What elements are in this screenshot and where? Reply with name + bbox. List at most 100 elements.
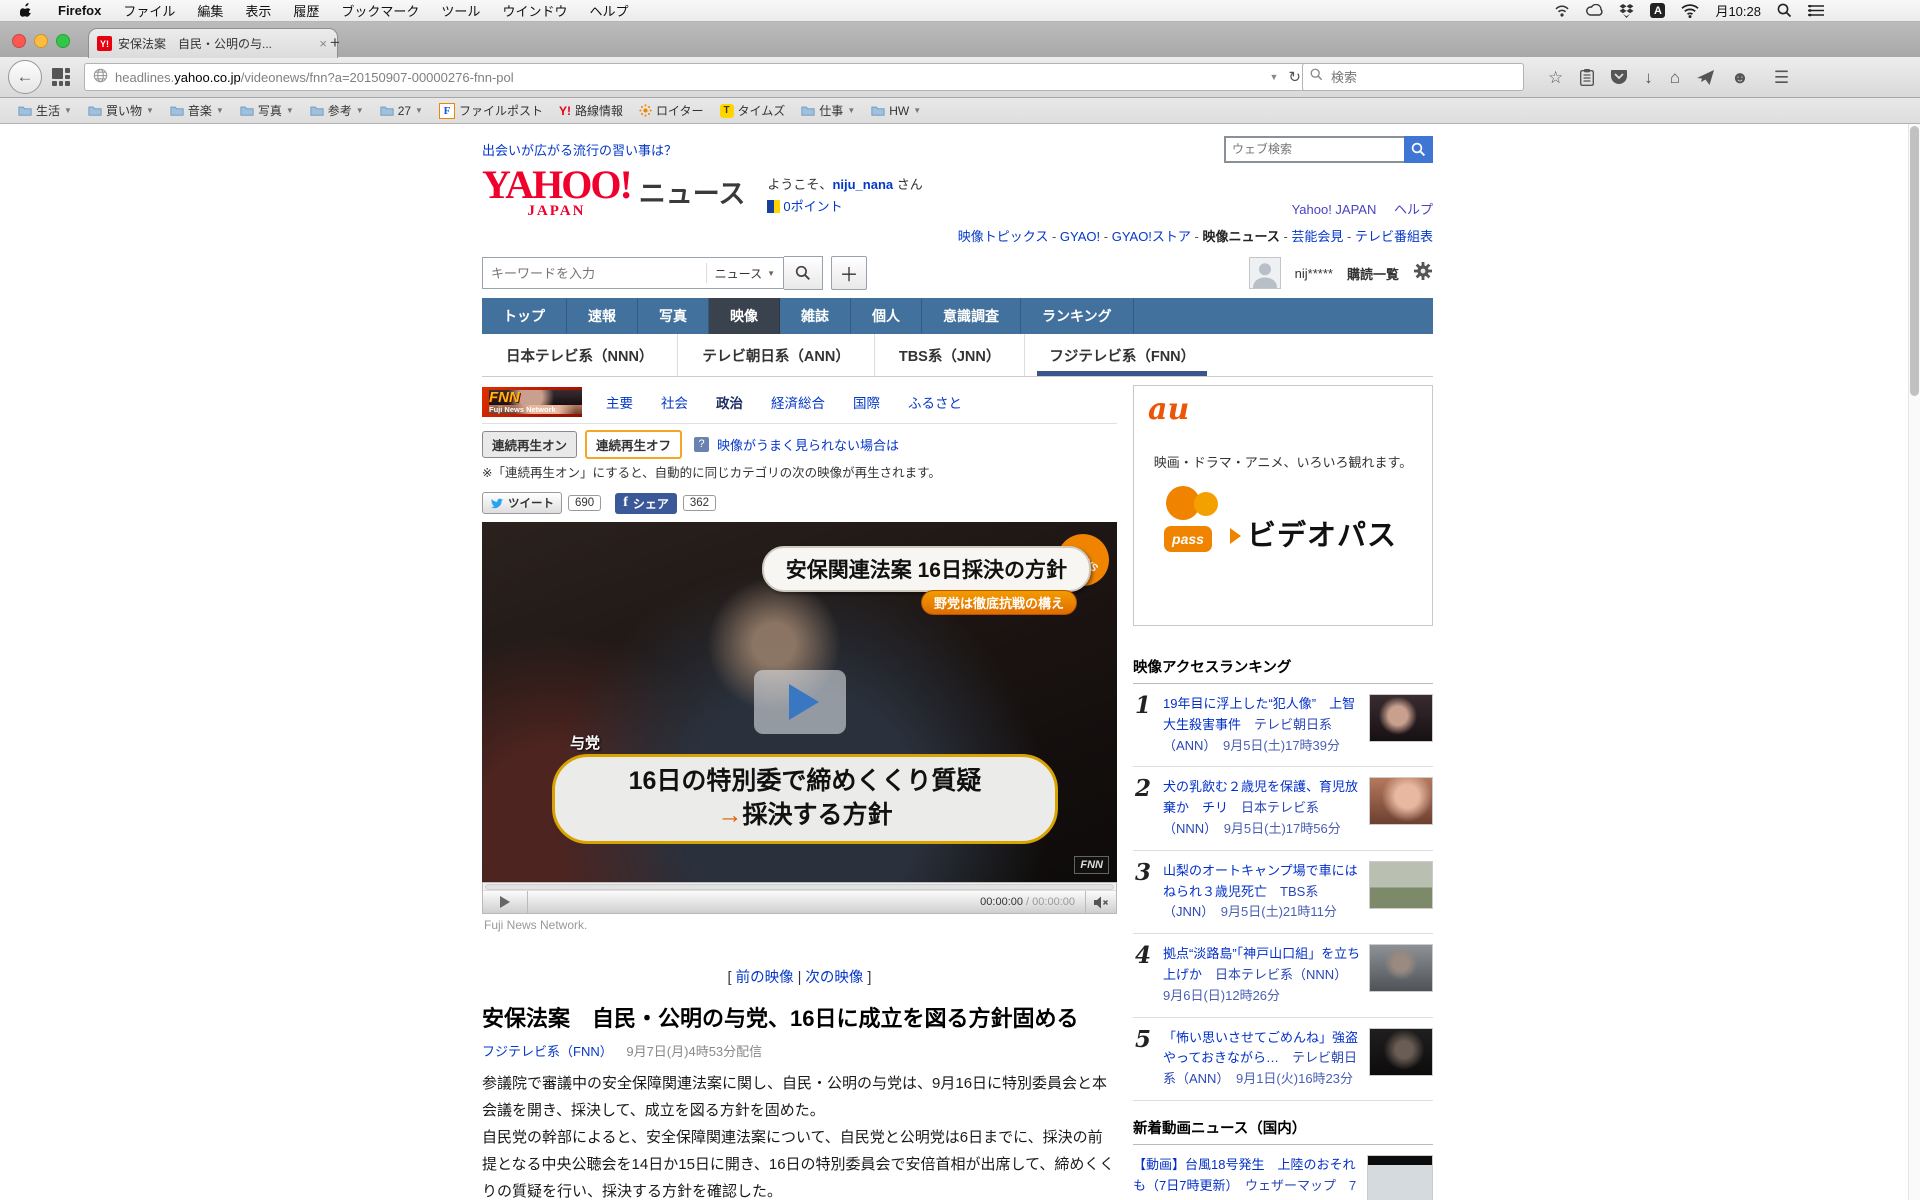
source-link[interactable]: フジテレビ系（FNN）: [482, 1044, 613, 1059]
prev-video-link[interactable]: 前の映像: [736, 970, 794, 986]
fb-share-button[interactable]: f シェア: [615, 492, 677, 514]
browser-search-bar[interactable]: [1302, 63, 1524, 91]
bookmark-filepost[interactable]: F ファイルポスト: [431, 100, 551, 121]
points-link[interactable]: 0ポイント: [783, 199, 842, 214]
cat-kokusai[interactable]: 国際: [853, 392, 880, 412]
new-tab-button[interactable]: +: [330, 33, 340, 53]
browser-tab[interactable]: Y! 安保法案 自民・公明の与... ×: [88, 28, 338, 58]
link-gyao-store[interactable]: GYAO!ストア: [1112, 229, 1191, 244]
video-thumbnail[interactable]: [1369, 1027, 1433, 1076]
close-window-button[interactable]: [12, 34, 26, 48]
menubar-item-window[interactable]: ウインドウ: [491, 1, 578, 20]
bookmark-folder-shashin[interactable]: 写真 ▼: [232, 100, 302, 121]
send-tab-icon[interactable]: [1697, 69, 1715, 85]
bookmark-reuters[interactable]: ロイター: [631, 100, 712, 121]
video-thumbnail[interactable]: [1369, 694, 1433, 742]
video-thumbnail[interactable]: [1369, 777, 1433, 826]
web-search-input[interactable]: [1224, 135, 1404, 163]
bookmark-transit[interactable]: Y! 路線情報: [551, 100, 631, 121]
keyword-search-box[interactable]: ニュース ▼: [482, 257, 784, 289]
downloads-icon[interactable]: ↓: [1644, 69, 1653, 86]
video-thumbnail[interactable]: [1367, 1154, 1433, 1200]
link-geino-kaiken[interactable]: 芸能会見: [1291, 229, 1343, 244]
bookmark-folder-shigoto[interactable]: 仕事 ▼: [793, 100, 863, 121]
pocket-icon[interactable]: [1611, 69, 1628, 85]
fnn-logo[interactable]: FNN Fuji News Network: [482, 387, 582, 417]
ranking-link[interactable]: 山梨のオートキャンプ場で車にはねられ３歳児死亡: [1163, 863, 1358, 899]
seek-bar[interactable]: [483, 883, 1116, 891]
apple-menu-icon[interactable]: [0, 3, 47, 18]
cat-furusato[interactable]: ふるさと: [908, 392, 962, 412]
menubar-item-view[interactable]: 表示: [234, 1, 282, 20]
tab-kojin[interactable]: 個人: [851, 298, 922, 334]
menu-hamburger-icon[interactable]: ☰: [1774, 69, 1789, 86]
input-source-icon[interactable]: A: [1650, 3, 1666, 18]
cat-seiji-active[interactable]: 政治: [716, 392, 743, 412]
subscriptions-link[interactable]: 購読一覧: [1347, 264, 1399, 283]
link-tv-guide[interactable]: テレビ番組表: [1355, 229, 1433, 244]
yahoo-japan-link[interactable]: Yahoo! JAPAN: [1292, 202, 1377, 217]
bookmark-times[interactable]: T タイムズ: [712, 100, 794, 121]
tab-nnn[interactable]: 日本テレビ系（NNN）: [482, 334, 677, 376]
menubar-item-tools[interactable]: ツール: [430, 1, 491, 20]
menubar-item-firefox[interactable]: Firefox: [47, 3, 112, 18]
video-player[interactable]: NEWS 安保関連法案 16日採決の方針 野党は徹底抗戦の構え 与党 16日の特…: [482, 522, 1117, 882]
trouble-link[interactable]: 映像がうまく見られない場合は: [717, 435, 899, 454]
tab-fnn-active[interactable]: フジテレビ系（FNN）: [1024, 334, 1219, 376]
url-bar[interactable]: headlines. yahoo.co.jp/videonews/fnn?a=20…: [84, 63, 1310, 91]
link-gyao[interactable]: GYAO!: [1060, 229, 1100, 244]
autoplay-on-button[interactable]: 連続再生オン: [482, 430, 578, 458]
search-input[interactable]: [1329, 68, 1516, 86]
link-eizo-topics[interactable]: 映像トピックス: [958, 229, 1049, 244]
ranking-item[interactable]: 2 犬の乳飲む２歳児を保護、育児放棄か チリ 日本テレビ系（NNN） 9月5日(…: [1133, 767, 1433, 851]
video-thumbnail[interactable]: [1369, 860, 1433, 909]
mute-icon[interactable]: [1085, 891, 1116, 913]
tab-shashin[interactable]: 写真: [638, 298, 709, 334]
notification-center-icon[interactable]: [1808, 4, 1824, 17]
web-search-button[interactable]: [1404, 135, 1433, 163]
menubar-item-bookmarks[interactable]: ブックマーク: [330, 1, 430, 20]
minimize-window-button[interactable]: [34, 34, 48, 48]
tab-ranking[interactable]: ランキング: [1021, 298, 1134, 334]
help-icon[interactable]: ?: [694, 436, 710, 452]
bookmark-folder-sanko[interactable]: 参考 ▼: [302, 100, 372, 121]
menubar-clock[interactable]: 月10:28: [1715, 1, 1761, 20]
tab-jnn[interactable]: TBS系（JNN）: [873, 334, 1025, 376]
creative-cloud-icon[interactable]: [1586, 4, 1604, 17]
username-link[interactable]: niju_nana: [832, 177, 893, 192]
keyword-search-button[interactable]: [784, 256, 823, 290]
yahoo-news-logo[interactable]: YAHOO! JAPAN ニュース: [482, 165, 745, 226]
tab-ishikichosa[interactable]: 意識調査: [922, 298, 1021, 334]
menubar-item-history[interactable]: 履歴: [282, 1, 330, 20]
airport-signal-icon[interactable]: [1554, 4, 1570, 17]
bookmark-folder-seikatsu[interactable]: 生活 ▼: [10, 100, 80, 121]
scrollbar[interactable]: [1908, 124, 1920, 1200]
play-button[interactable]: [483, 891, 528, 913]
gear-icon[interactable]: [1413, 261, 1433, 286]
dropbox-icon[interactable]: [1619, 3, 1634, 18]
menubar-item-help[interactable]: ヘルプ: [578, 1, 639, 20]
video-thumbnail[interactable]: [1369, 944, 1433, 993]
fresh-video-item[interactable]: 【動画】台風18号発生 上陸のおそれも（7日7時更新） ウェザーマップ 7時4分: [1133, 1145, 1433, 1200]
back-button[interactable]: ←: [8, 60, 42, 94]
tab-close-icon[interactable]: ×: [317, 36, 329, 51]
tab-eizo-active[interactable]: 映像: [709, 298, 780, 334]
search-scope-dropdown[interactable]: ニュース ▼: [705, 263, 783, 283]
tab-zasshi[interactable]: 雑誌: [780, 298, 851, 334]
help-link[interactable]: ヘルプ: [1394, 202, 1433, 217]
spotlight-icon[interactable]: [1777, 3, 1792, 18]
autoplay-off-button[interactable]: 連続再生オフ: [585, 429, 683, 459]
bookmark-folder-ongaku[interactable]: 音楽 ▼: [162, 100, 232, 121]
bookmark-folder-hw[interactable]: HW ▼: [863, 102, 929, 120]
url-dropdown-icon[interactable]: ▼: [1270, 72, 1279, 82]
ranking-item[interactable]: 3 山梨のオートキャンプ場で車にはねられ３歳児死亡 TBS系（JNN） 9月5日…: [1133, 851, 1433, 935]
bookmark-star-icon[interactable]: ☆: [1548, 69, 1563, 86]
ad-videopass[interactable]: au 映画・ドラマ・アニメ、いろいろ観れます。 pass ビデオパス: [1133, 385, 1433, 626]
bookmark-folder-kaimono[interactable]: 買い物 ▼: [80, 100, 162, 121]
zoom-window-button[interactable]: [56, 34, 70, 48]
cat-keizai[interactable]: 経済総合: [771, 392, 825, 412]
tab-sokuho[interactable]: 速報: [567, 298, 638, 334]
reload-icon[interactable]: ↻: [1288, 68, 1301, 86]
tab-top[interactable]: トップ: [482, 298, 567, 334]
scrollbar-thumb[interactable]: [1910, 126, 1919, 396]
